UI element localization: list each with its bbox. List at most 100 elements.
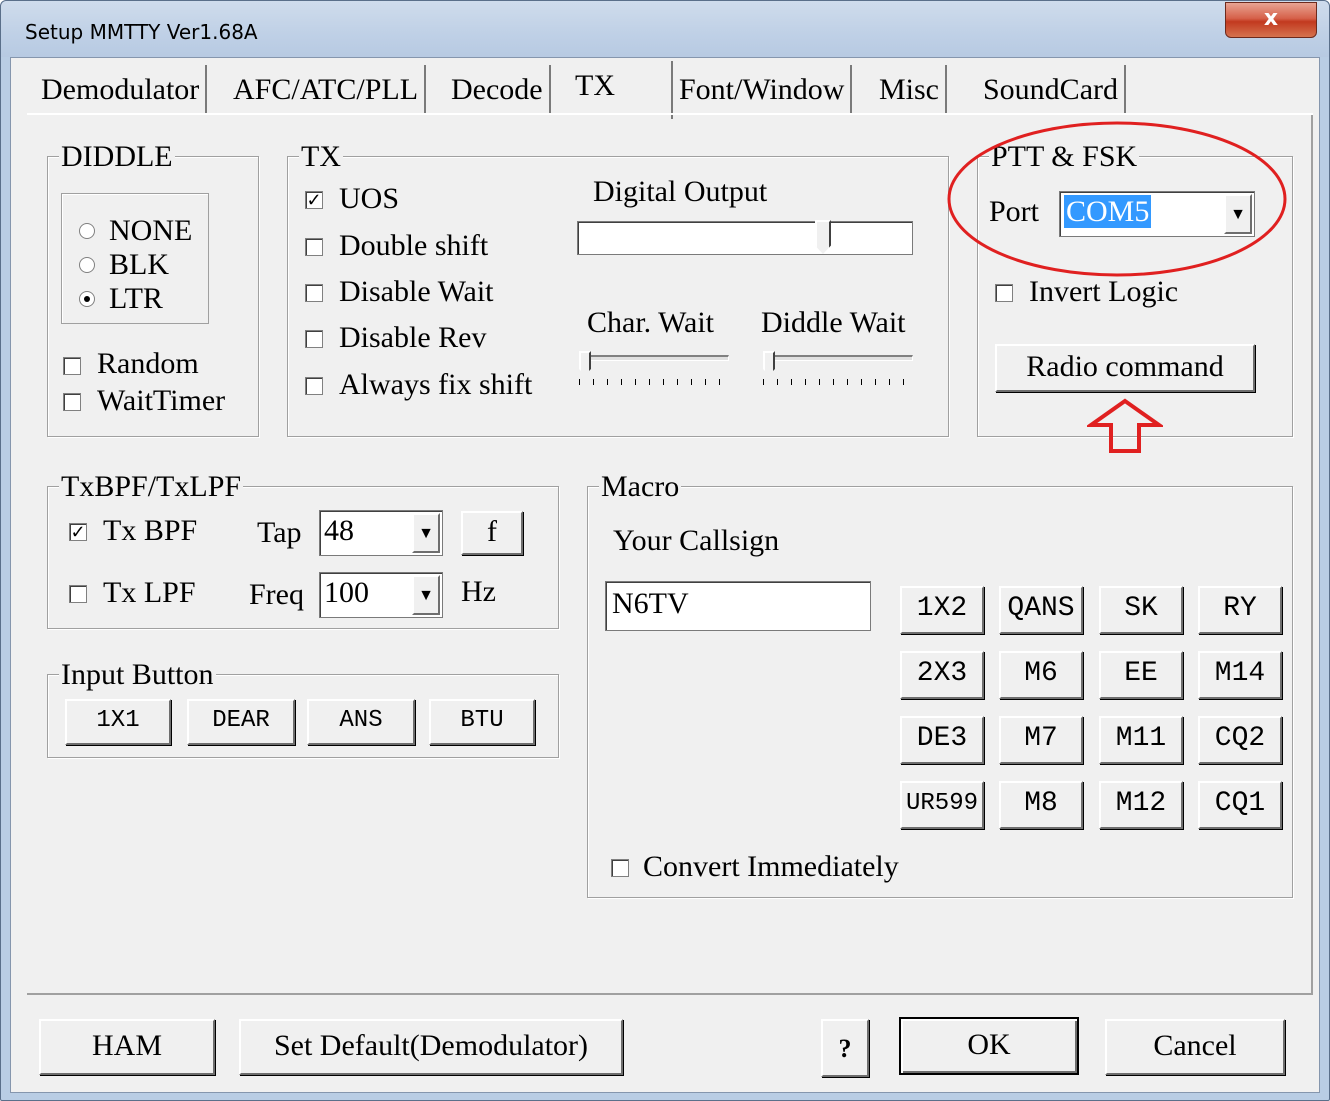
input-button-label: DEAR [212,707,270,734]
input-button-label: ANS [339,707,383,734]
tap-combo[interactable]: 48 ▼ [319,510,443,556]
macro-button-ry[interactable]: RY [1198,586,1282,634]
macro-button-m14[interactable]: M14 [1198,651,1282,699]
check-mark-icon: ✓ [306,190,322,210]
tap-label: Tap [257,516,302,549]
convert-immediately-label: Convert Immediately [643,850,899,883]
help-icon: ? [838,1034,852,1063]
setup-dialog-window: Setup MMTTY Ver1.68A x Demodulator AFC/A… [0,0,1330,1101]
tab-font-window[interactable]: Font/Window [673,65,853,115]
macro-button-1x2[interactable]: 1X2 [900,586,984,634]
f-button-label: f [487,515,497,548]
macro-button-label: 1X2 [916,593,968,624]
macro-button-label: SK [1124,593,1158,624]
macro-button-label: M12 [1115,788,1167,819]
ok-button[interactable]: OK [899,1017,1079,1075]
tab-afc-atc-pll[interactable]: AFC/ATC/PLL [227,65,427,115]
cancel-button[interactable]: Cancel [1105,1019,1285,1075]
callsign-value: N6TV [612,587,689,620]
input-button-label: 1X1 [96,707,140,734]
waittimer-checkbox[interactable] [63,393,81,411]
diddle-blk-label: BLK [109,248,169,281]
input-button-ans[interactable]: ANS [307,699,415,745]
tab-label: Font/Window [679,73,845,106]
ham-button[interactable]: HAM [39,1019,215,1075]
invert-logic-checkbox[interactable] [995,284,1013,302]
macro-button-2x3[interactable]: 2X3 [900,651,984,699]
f-button[interactable]: f [461,511,523,555]
macro-group-title: Macro [599,470,682,503]
double-shift-checkbox[interactable] [305,238,323,256]
set-default-button[interactable]: Set Default(Demodulator) [239,1019,623,1075]
macro-button-m11[interactable]: M11 [1099,716,1183,764]
diddle-wait-slider[interactable] [763,355,913,361]
macro-button-qans[interactable]: QANS [999,586,1083,634]
tx-bpf-checkbox[interactable]: ✓ [69,523,87,541]
macro-button-label: M11 [1115,723,1167,754]
tab-tx[interactable]: TX [569,61,673,119]
macro-button-ur599[interactable]: UR599 [900,781,984,829]
macro-button-de3[interactable]: DE3 [900,716,984,764]
input-button-dear[interactable]: DEAR [187,699,295,745]
callsign-input[interactable]: N6TV [605,581,871,631]
macro-button-ee[interactable]: EE [1099,651,1183,699]
digital-output-thumb[interactable] [815,220,831,254]
macro-button-cq1[interactable]: CQ1 [1198,781,1282,829]
uos-checkbox[interactable]: ✓ [305,191,323,209]
macro-button-cq2[interactable]: CQ2 [1198,716,1282,764]
tab-label: TX [575,69,615,102]
uos-label: UOS [339,182,400,215]
macro-button-m6[interactable]: M6 [999,651,1083,699]
macro-button-m8[interactable]: M8 [999,781,1083,829]
arrow-up-icon [1087,398,1163,453]
always-fix-shift-label: Always fix shift [339,368,533,401]
disable-wait-label: Disable Wait [339,275,494,308]
input-button-1x1[interactable]: 1X1 [65,699,171,745]
freq-combo[interactable]: 100 ▼ [319,572,443,618]
chevron-down-icon[interactable]: ▼ [412,575,440,615]
diddle-none-label: NONE [109,214,193,247]
help-button[interactable]: ? [821,1019,869,1077]
title-bar[interactable]: Setup MMTTY Ver1.68A x [1,1,1329,57]
char-wait-slider[interactable] [579,355,729,361]
set-default-button-label: Set Default(Demodulator) [273,1029,589,1062]
macro-button-label: DE3 [916,723,968,754]
input-button-btu[interactable]: BTU [429,699,535,745]
digital-output-slider[interactable] [577,220,913,255]
macro-button-sk[interactable]: SK [1099,586,1183,634]
convert-immediately-checkbox[interactable] [611,859,629,877]
tab-misc[interactable]: Misc [873,65,947,115]
tx-lpf-checkbox[interactable] [69,585,87,603]
macro-button-label: M7 [1024,723,1058,754]
diddle-blk-radio[interactable] [79,257,95,273]
tab-label: Demodulator [41,73,200,106]
macro-button-m7[interactable]: M7 [999,716,1083,764]
always-fix-shift-checkbox[interactable] [305,377,323,395]
diddle-none-radio[interactable] [79,223,95,239]
macro-button-label: CQ2 [1214,723,1266,754]
tab-label: AFC/ATC/PLL [233,73,419,106]
random-checkbox[interactable] [63,357,81,375]
disable-rev-checkbox[interactable] [305,330,323,348]
tab-decode[interactable]: Decode [445,65,551,115]
ok-button-label: OK [967,1028,1011,1061]
chevron-down-icon[interactable]: ▼ [412,513,440,553]
radio-command-button[interactable]: Radio command [995,344,1255,392]
diddle-ltr-radio[interactable] [79,291,95,307]
tx-bpf-label: Tx BPF [103,514,198,547]
ham-button-label: HAM [91,1029,162,1062]
annotation-ellipse [947,121,1287,277]
macro-button-m12[interactable]: M12 [1099,781,1183,829]
tab-soundcard[interactable]: SoundCard [977,65,1126,115]
close-icon: x [1263,6,1279,31]
input-button-label: BTU [460,707,504,734]
cancel-button-label: Cancel [1153,1029,1237,1062]
close-button[interactable]: x [1225,2,1317,38]
your-callsign-label: Your Callsign [613,524,780,557]
waittimer-label: WaitTimer [97,384,226,417]
freq-value: 100 [324,576,369,609]
macro-button-label: QANS [1007,593,1075,624]
char-wait-label: Char. Wait [587,306,715,339]
tab-demodulator[interactable]: Demodulator [35,65,208,115]
disable-wait-checkbox[interactable] [305,284,323,302]
